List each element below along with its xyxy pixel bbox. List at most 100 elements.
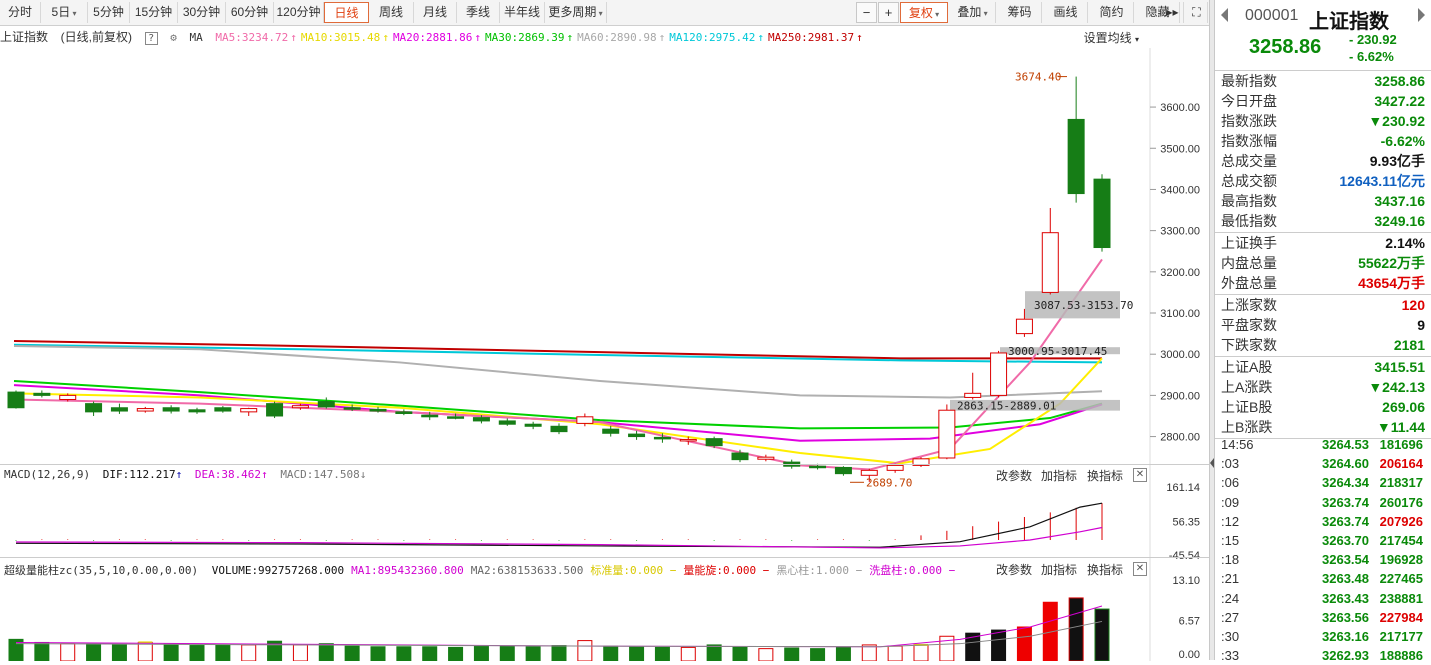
- candle-body: [136, 408, 154, 412]
- candle-body: [266, 403, 284, 417]
- period-tab-11[interactable]: 半年线: [500, 2, 545, 23]
- volume-bar: [913, 644, 929, 661]
- fullscreen-icon[interactable]: ⛶: [1186, 2, 1208, 23]
- tool-button-0[interactable]: 筹码: [998, 2, 1042, 23]
- volume-bar: [887, 645, 903, 661]
- candle-body: [369, 408, 387, 412]
- volume-chart: 13.10 6.57 0.00: [8, 558, 1200, 661]
- volume-bar: [991, 629, 1007, 661]
- tick-time: :03: [1221, 456, 1240, 472]
- candle-body: [498, 420, 516, 425]
- volume-bar: [111, 644, 127, 661]
- tick-volume: 181696: [1379, 437, 1423, 452]
- more-icon[interactable]: ▸▸: [1162, 2, 1184, 23]
- ma-item-4: MA60:2890.98: [577, 31, 657, 44]
- volume-bar: [732, 646, 748, 661]
- prev-stock-icon[interactable]: [1221, 8, 1228, 22]
- candlestick-chart[interactable]: 3600.00 3500.00 3400.00 3300.00 3200.00 3100.…: [0, 48, 1209, 488]
- period-tab-7[interactable]: 日线: [324, 2, 369, 23]
- volume-bar: [706, 644, 722, 661]
- period-tab-8[interactable]: 周线: [369, 2, 414, 23]
- gear-icon[interactable]: ⚙: [170, 31, 177, 44]
- quote-label: 上证A股: [1221, 359, 1273, 375]
- tick-price: 3263.16: [1322, 629, 1369, 644]
- volume-bar: [344, 645, 360, 661]
- last-price: 3258.86: [1249, 36, 1322, 58]
- volume-bar: [137, 641, 153, 661]
- ma-item-1: MA10:3015.48: [300, 31, 381, 44]
- period-tab-5[interactable]: 60分钟: [226, 2, 274, 23]
- tick-price: 3263.43: [1322, 590, 1369, 606]
- candle-body: [291, 405, 309, 409]
- high-annotation: 3674.40: [1015, 71, 1061, 84]
- y-tick-label: 3400.00: [1160, 184, 1200, 196]
- quote-row: 指数涨跌 ▼230.92: [1215, 111, 1431, 131]
- quote-label: 上A涨跌: [1221, 379, 1273, 395]
- quote-label: 总成交额: [1221, 173, 1277, 189]
- volume-bar: [448, 646, 464, 661]
- ma-items: MA5:3234.72 ↑ MA10:3015.48 ↑ MA20:2881.86 ↑ MA…: [215, 31, 863, 44]
- volume-bar: [86, 643, 102, 661]
- ma-item-2: MA20:2881.86: [392, 31, 473, 44]
- quote-row: 指数涨幅 -6.62%: [1215, 131, 1431, 151]
- quote-value: -6.62%: [1380, 133, 1425, 149]
- period-tab-4[interactable]: 30分钟: [178, 2, 226, 23]
- period-tab-0[interactable]: 分时: [0, 2, 41, 23]
- volume-bar: [215, 644, 231, 661]
- quote-value: 3427.22: [1374, 93, 1425, 109]
- quote-label: 上B涨跌: [1221, 419, 1273, 435]
- period-tab-12[interactable]: 更多周期 ▾: [545, 2, 607, 23]
- candle-body: [757, 456, 775, 460]
- zoom-in-button[interactable]: +: [878, 2, 899, 23]
- quote-row: 上B涨跌 ▼11.44: [1215, 417, 1431, 437]
- tick-time: 14:56: [1221, 437, 1254, 452]
- tool-button-1[interactable]: 画线: [1044, 2, 1088, 23]
- tick-volume: 227984: [1379, 609, 1423, 625]
- candle-body: [524, 423, 542, 427]
- quote-value: 3415.51: [1374, 359, 1425, 375]
- period-tab-10[interactable]: 季线: [457, 2, 500, 23]
- candle-body: [395, 411, 413, 415]
- period-tab-1[interactable]: 5日 ▾: [41, 2, 88, 23]
- candle-body: [447, 416, 465, 419]
- quote-value: 9: [1417, 317, 1425, 333]
- fuquan-button[interactable]: 复权 ▾: [900, 2, 948, 23]
- quote-label: 最低指数: [1221, 213, 1277, 229]
- candle-body: [472, 417, 490, 422]
- next-stock-icon[interactable]: [1418, 8, 1425, 22]
- ma-legend-bar: 上证指数 (日线,前复权) ? ⚙ MA MA5:3234.72 ↑ MA10:30…: [0, 26, 1209, 48]
- volume-bar: [758, 648, 774, 661]
- volume-bar: [189, 645, 205, 661]
- period-tab-3[interactable]: 15分钟: [130, 2, 178, 23]
- quote-value: 3258.86: [1374, 73, 1425, 89]
- volume-bar: [422, 646, 438, 661]
- zoom-out-button[interactable]: −: [856, 2, 877, 23]
- quote-label: 下跌家数: [1221, 337, 1277, 353]
- candle-body: [990, 352, 1008, 396]
- period-tab-2[interactable]: 5分钟: [88, 2, 130, 23]
- quote-label: 最新指数: [1221, 73, 1277, 89]
- chart-title: 上证指数: [0, 30, 49, 44]
- tick-price: 3263.70: [1322, 533, 1369, 548]
- period-tab-6[interactable]: 120分钟: [274, 2, 324, 23]
- quote-value: 269.06: [1382, 399, 1425, 415]
- ma-settings-button[interactable]: 设置均线 ▾: [1084, 29, 1139, 46]
- quote-value: ▼11.44: [1376, 419, 1425, 435]
- help-icon[interactable]: ?: [144, 32, 158, 45]
- candle-body: [1093, 178, 1111, 249]
- tick-row: :30 3263.16 217177: [1215, 627, 1431, 646]
- dea-line: [15, 526, 1103, 549]
- quote-row: 外盘总量 43654万手: [1215, 273, 1431, 293]
- quote-row: 上证A股 3415.51: [1215, 357, 1431, 377]
- quote-row: 平盘家数 9: [1215, 315, 1431, 335]
- tick-row: :24 3263.43 238881: [1215, 589, 1431, 608]
- overlay-button[interactable]: 叠加 ▾: [950, 2, 996, 23]
- quote-value: 2.14%: [1385, 235, 1425, 251]
- period-tab-9[interactable]: 月线: [414, 2, 457, 23]
- tick-volume: 227465: [1379, 571, 1423, 587]
- tick-row: :06 3264.34 218317: [1215, 473, 1431, 492]
- tick-volume: 238881: [1379, 590, 1423, 606]
- tick-row: :27 3263.56 227984: [1215, 608, 1431, 627]
- y-tick-label: 3600.00: [1160, 102, 1200, 114]
- tool-button-2[interactable]: 简约: [1090, 2, 1134, 23]
